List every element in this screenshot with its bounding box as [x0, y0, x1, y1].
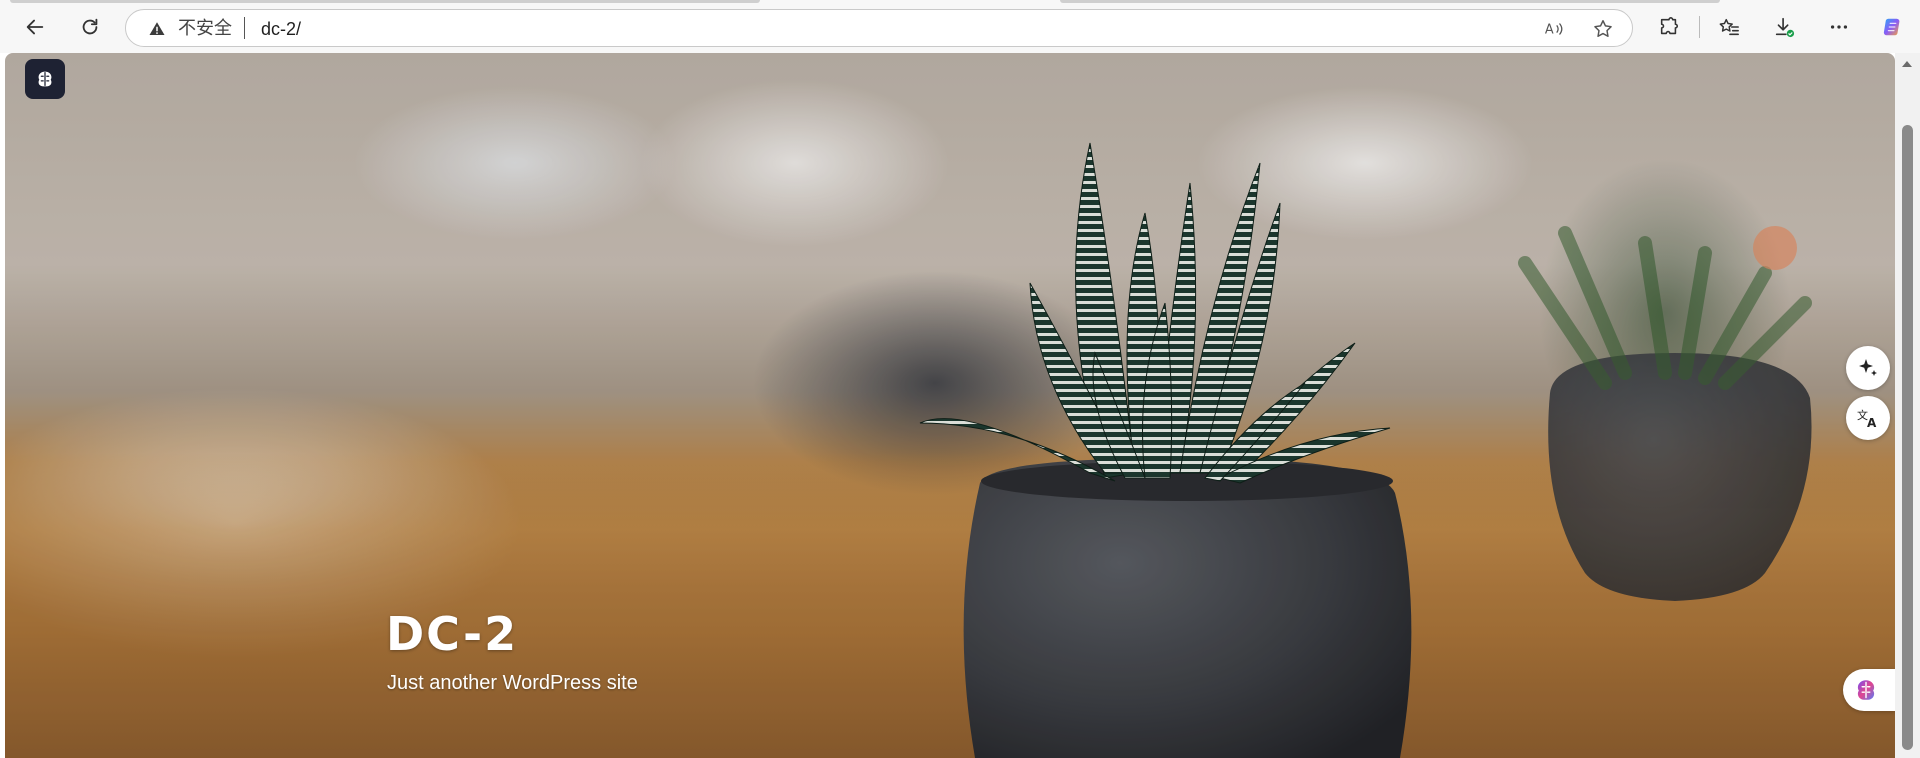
ai-sparkle-button[interactable] — [1846, 346, 1890, 390]
read-aloud-icon[interactable]: A — [1543, 18, 1565, 40]
scrollbar-thumb[interactable] — [1902, 125, 1913, 750]
url-text[interactable]: dc-2/ — [261, 19, 301, 39]
back-arrow-icon — [26, 19, 44, 35]
page-scrollbar[interactable] — [1895, 53, 1920, 758]
copilot-sidebar-float-button[interactable] — [1843, 669, 1895, 711]
extensions-button[interactable] — [1651, 9, 1687, 45]
security-status-label[interactable]: 不安全 — [178, 20, 232, 38]
settings-menu-button[interactable] — [1821, 9, 1857, 45]
back-button[interactable] — [17, 9, 53, 45]
star-icon[interactable] — [1592, 18, 1614, 40]
sparkle-icon — [1859, 359, 1877, 376]
scroll-up-arrow-icon[interactable] — [1902, 61, 1912, 67]
address-bar[interactable]: 不安全 dc-2/ A — [125, 9, 1633, 47]
svg-text:A: A — [1545, 23, 1554, 38]
tab-strip-edge — [10, 0, 760, 3]
site-tagline: Just another WordPress site — [387, 672, 638, 694]
brain-icon — [38, 71, 52, 87]
site-title[interactable]: DC-2 — [386, 608, 518, 660]
favorites-button[interactable] — [1711, 9, 1747, 45]
address-separator — [244, 17, 245, 39]
site-logo-button[interactable] — [25, 59, 65, 99]
reload-button[interactable] — [72, 9, 108, 45]
downloads-button[interactable] — [1766, 9, 1802, 45]
translate-button[interactable]: 文 A — [1846, 396, 1890, 440]
brain-sparkle-icon — [1857, 680, 1875, 700]
header-background-image — [5, 53, 1895, 758]
download-icon — [1775, 17, 1795, 38]
browser-toolbar: 不安全 dc-2/ A — [0, 0, 1920, 53]
copilot-button[interactable] — [1875, 9, 1911, 45]
reload-icon — [82, 18, 98, 35]
warning-triangle-icon[interactable] — [148, 20, 166, 38]
translate-icon: 文 A — [1857, 408, 1877, 430]
toolbar-divider — [1699, 16, 1700, 38]
page-viewport: DC-2 Just another WordPress site 文 A — [5, 53, 1895, 758]
tab-strip-edge — [1060, 0, 1720, 3]
favorites-list-icon — [1719, 18, 1739, 36]
puzzle-icon — [1660, 17, 1679, 35]
copilot-icon — [1883, 18, 1900, 36]
more-dots-icon — [1830, 25, 1848, 29]
svg-text:A: A — [1867, 416, 1877, 430]
